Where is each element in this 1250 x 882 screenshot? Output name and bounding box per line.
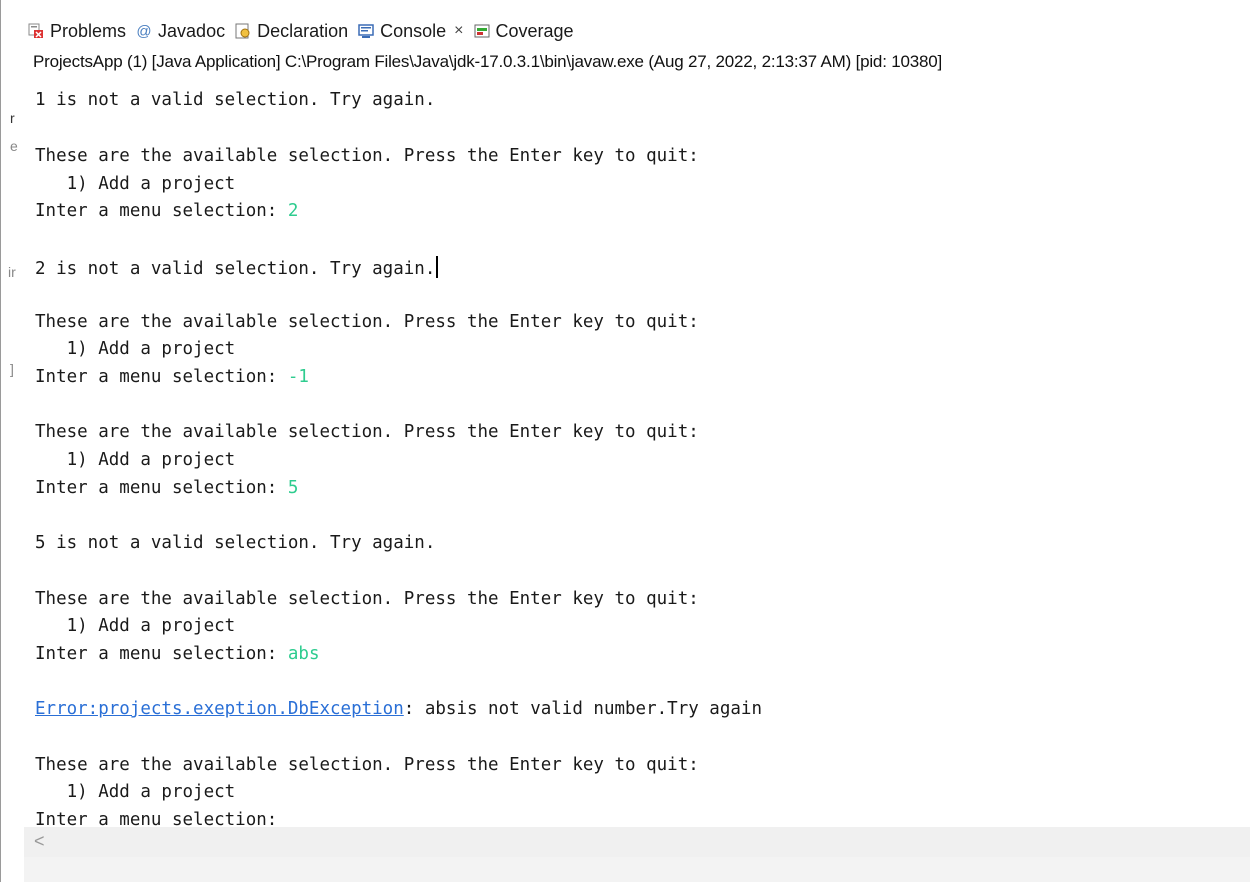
tab-label: Javadoc <box>158 20 226 41</box>
left-fragment: ] <box>10 361 14 377</box>
left-fragment: e <box>10 138 18 154</box>
tab-label: Console <box>380 20 447 41</box>
error-message: : absis not valid number.Try again <box>403 699 762 719</box>
view-tab-bar: Problems @ Javadoc Declaration Console ×… <box>24 16 1250 46</box>
declaration-icon <box>235 23 251 39</box>
close-icon[interactable]: × <box>454 22 463 40</box>
user-input: 2 <box>287 201 299 221</box>
problems-icon <box>28 23 44 39</box>
text-cursor <box>436 256 438 278</box>
exception-link[interactable]: Error:projects.exeption.DbException <box>35 699 404 719</box>
console-line: 1 is not a valid selection. Try again. <box>35 90 436 110</box>
user-input: -1 <box>287 367 309 387</box>
tab-console[interactable]: Console × <box>354 16 470 46</box>
console-line: Inter a menu selection: 2 <box>35 201 298 221</box>
console-line: 1) Add a project <box>35 450 236 470</box>
console-line: 5 is not a valid selection. Try again. <box>35 533 436 553</box>
console-line: 1) Add a project <box>35 782 236 802</box>
console-line: Inter a menu selection: abs <box>35 644 319 664</box>
console-line: Inter a menu selection: <box>35 810 278 827</box>
console-line: Error:projects.exeption.DbException: abs… <box>35 699 762 719</box>
user-input: abs <box>287 644 320 664</box>
tab-coverage[interactable]: Coverage <box>470 16 580 46</box>
message-text: 2 is not a valid selection. Try again. <box>35 259 436 279</box>
left-fragment: ir <box>8 264 16 280</box>
left-fragment: r <box>10 110 15 126</box>
prompt-text: Inter a menu selection: <box>35 478 288 498</box>
tab-declaration[interactable]: Declaration <box>231 16 354 46</box>
console-line: 2 is not a valid selection. Try again. <box>35 256 438 279</box>
javadoc-icon: @ <box>136 22 152 40</box>
prompt-text: Inter a menu selection: <box>35 367 288 387</box>
console-line: These are the available selection. Press… <box>35 146 699 166</box>
console-line: 1) Add a project <box>35 174 236 194</box>
horizontal-scrollbar[interactable]: < <box>24 827 1250 857</box>
console-line: These are the available selection. Press… <box>35 312 699 332</box>
console-line: 1) Add a project <box>35 616 236 636</box>
editor-edge <box>0 0 1 882</box>
status-area <box>24 857 1250 882</box>
prompt-text: Inter a menu selection: <box>35 201 288 221</box>
tab-label: Problems <box>50 20 127 41</box>
console-icon <box>358 23 374 39</box>
console-line: These are the available selection. Press… <box>35 589 699 609</box>
tab-javadoc[interactable]: @ Javadoc <box>132 16 231 46</box>
console-line: Inter a menu selection: -1 <box>35 367 309 387</box>
tab-label: Declaration <box>257 20 349 41</box>
coverage-icon <box>474 23 490 39</box>
tab-label: Coverage <box>495 20 574 41</box>
tab-problems[interactable]: Problems <box>24 16 132 46</box>
scroll-left-arrow-icon[interactable]: < <box>34 831 45 852</box>
console-line: These are the available selection. Press… <box>35 755 699 775</box>
user-input: 5 <box>287 478 299 498</box>
launch-configuration-label: ProjectsApp (1) [Java Application] C:\Pr… <box>33 52 943 71</box>
prompt-text: Inter a menu selection: <box>35 644 288 664</box>
console-output[interactable]: 1 is not a valid selection. Try again. T… <box>24 80 1250 827</box>
console-line: Inter a menu selection: 5 <box>35 478 298 498</box>
console-line: These are the available selection. Press… <box>35 422 699 442</box>
left-editor-strip: r e ir ] <box>0 0 24 882</box>
console-line: 1) Add a project <box>35 339 236 359</box>
